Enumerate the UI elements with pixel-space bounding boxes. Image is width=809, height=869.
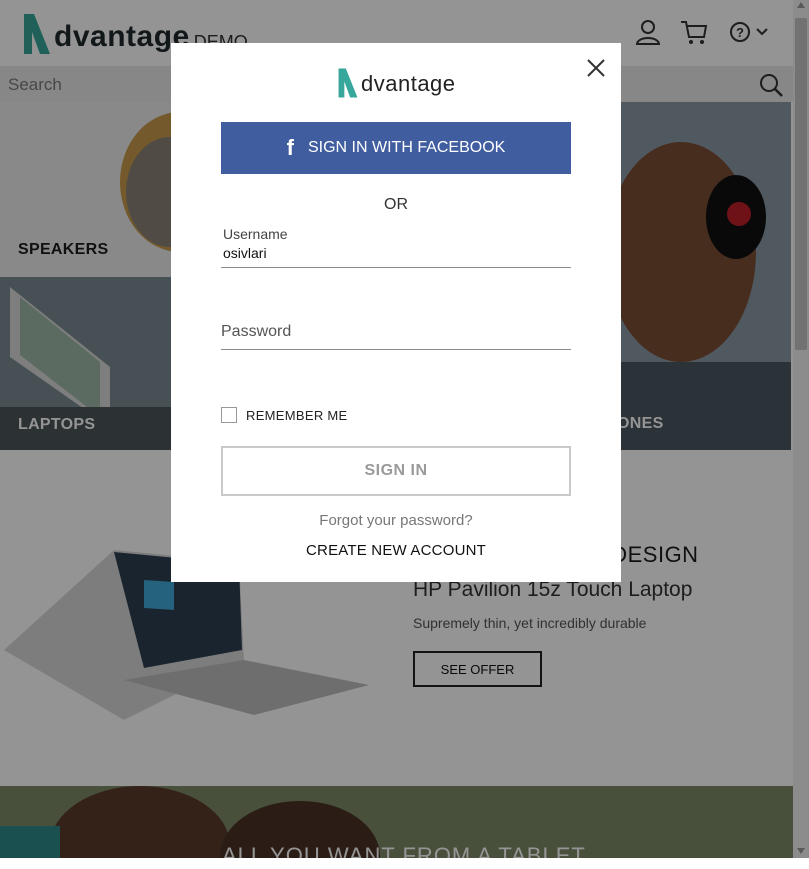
password-input[interactable]: Password <box>221 323 291 340</box>
create-account-link[interactable]: CREATE NEW ACCOUNT <box>171 542 621 559</box>
facebook-signin-button[interactable]: f SIGN IN WITH FACEBOOK <box>221 122 571 174</box>
username-input[interactable] <box>221 245 573 261</box>
or-divider: OR <box>384 196 408 213</box>
modal-logo: dvantage <box>337 67 456 99</box>
facebook-signin-label: SIGN IN WITH FACEBOOK <box>307 139 506 156</box>
username-label: Username <box>223 226 288 242</box>
modal-logo-word: dvantage <box>361 71 456 96</box>
sign-in-button[interactable]: SIGN IN <box>221 446 571 496</box>
forgot-password-link[interactable]: Forgot your password? <box>171 512 621 529</box>
password-field[interactable]: Password <box>221 323 571 350</box>
username-field[interactable]: Username <box>221 226 573 268</box>
advantage-logo-mark-icon <box>338 68 358 98</box>
remember-me-checkbox[interactable] <box>221 407 237 423</box>
close-icon[interactable] <box>585 57 607 79</box>
login-modal: dvantage f SIGN IN WITH FACEBOOK OR User… <box>171 43 621 582</box>
remember-me-label[interactable]: REMEMBER ME <box>246 408 348 423</box>
facebook-icon: f <box>286 135 294 160</box>
